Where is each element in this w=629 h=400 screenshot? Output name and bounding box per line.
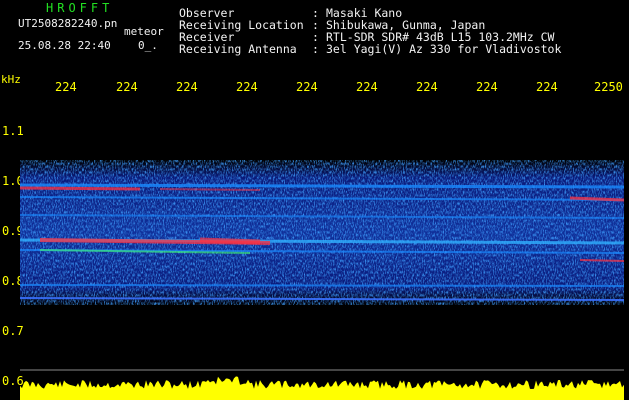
- file-name: UT2508282240.pn: [18, 17, 118, 30]
- antenna-label: Receiving Antenna: [179, 42, 297, 56]
- antenna-value: 3el Yagi(V) Az 330 for Vladivostok: [326, 42, 562, 56]
- time-tick: 224: [176, 80, 198, 94]
- time-tick: 224: [476, 80, 498, 94]
- time-tick: 224: [536, 80, 558, 94]
- time-tick: 224: [416, 80, 438, 94]
- time-tick: 224: [296, 80, 318, 94]
- time-tick: 224: [116, 80, 138, 94]
- echo-segment: [199, 237, 261, 245]
- time-tick: 2250: [594, 80, 623, 94]
- signal-line: [20, 183, 624, 189]
- mode-label: meteor: [124, 25, 164, 38]
- colon: :: [312, 42, 319, 56]
- time-tick: 224: [356, 80, 378, 94]
- signal-line: [20, 284, 624, 287]
- hrofft-window: HROFFT UT2508282240.pn meteor 25.08.28 2…: [0, 0, 629, 400]
- echo-segment: [569, 196, 624, 202]
- date-time: 25.08.28 22:40: [18, 39, 111, 52]
- echo-segment: [159, 188, 261, 191]
- app-logo: HROFFT: [46, 1, 114, 15]
- status-marker: 0_.: [138, 39, 158, 52]
- time-tick: 224: [55, 80, 77, 94]
- spectrum-noise: [20, 160, 624, 305]
- time-tick: 224: [236, 80, 258, 94]
- amplitude-trace: [20, 376, 624, 400]
- trace-fill: [20, 376, 624, 400]
- echo-segment: [20, 186, 141, 191]
- echo-segment: [579, 259, 624, 262]
- spectrogram: [20, 160, 624, 371]
- frequency-unit: kHz: [1, 73, 21, 86]
